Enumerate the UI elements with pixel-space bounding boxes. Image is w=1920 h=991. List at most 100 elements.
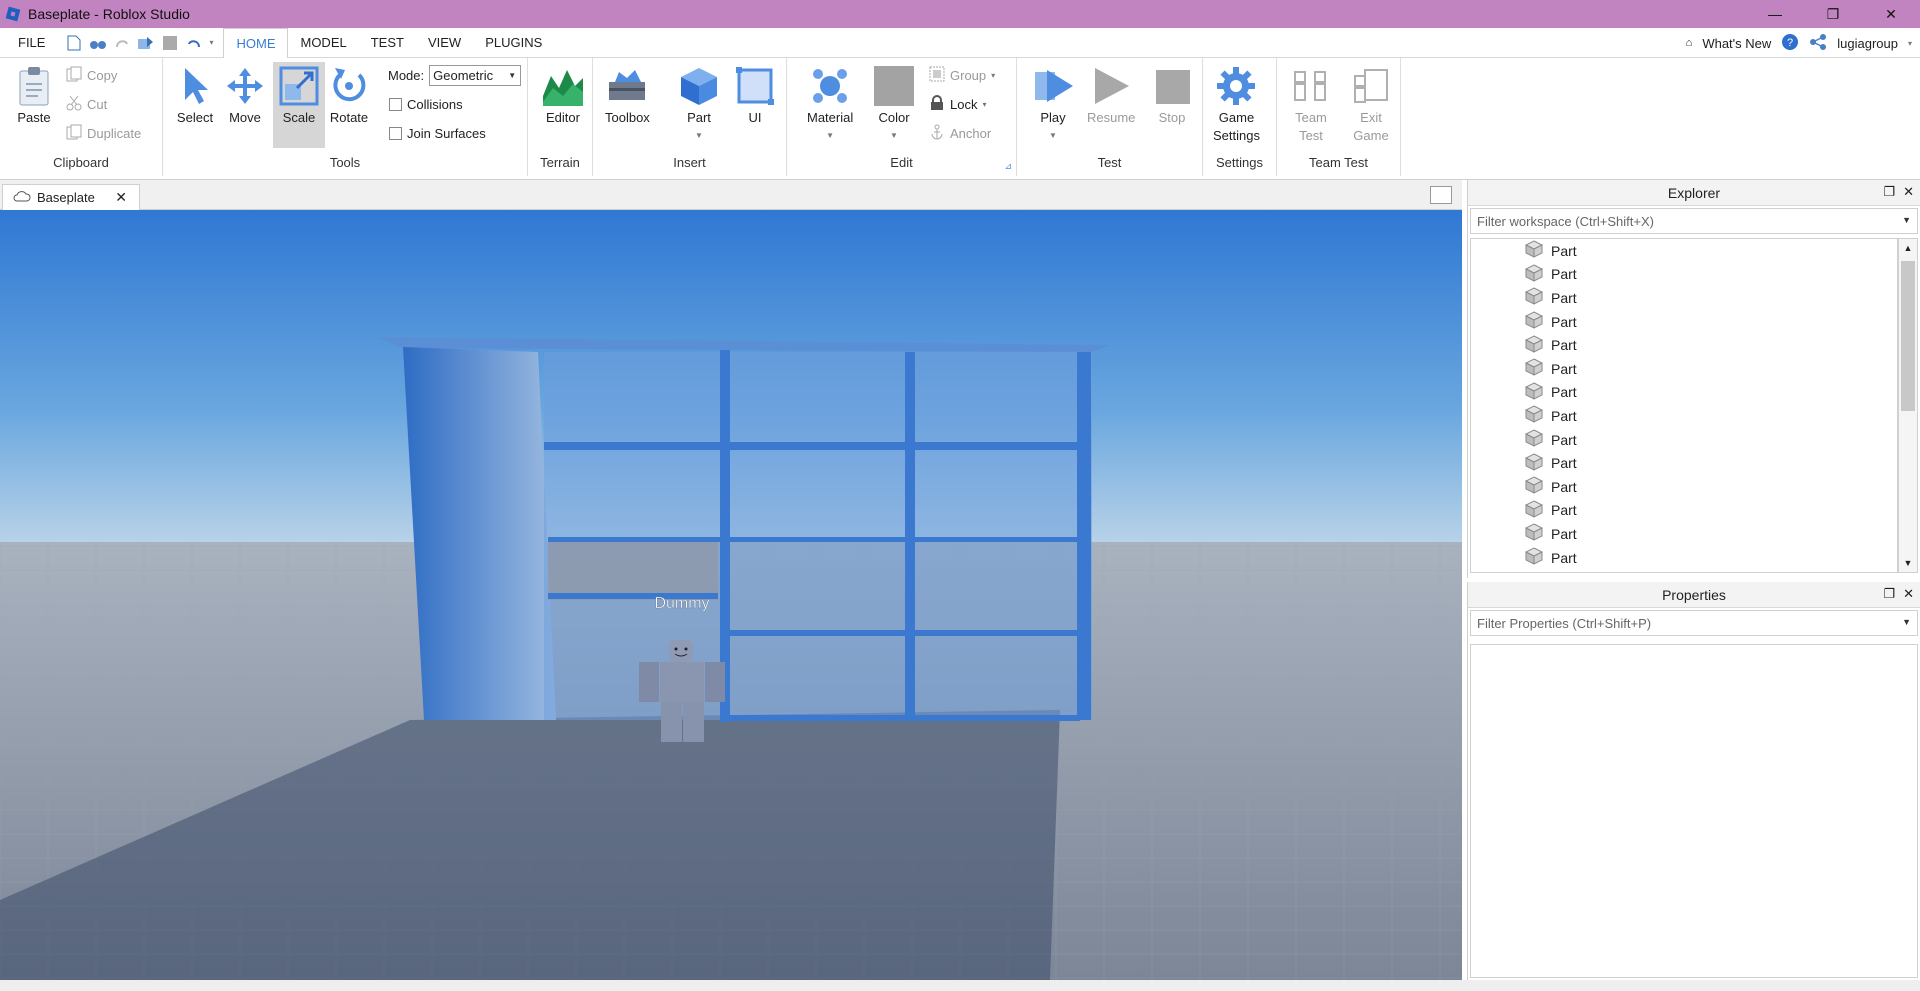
group-dropdown-icon[interactable]: ▾ <box>991 71 995 80</box>
publish-icon[interactable] <box>137 34 155 52</box>
properties-grid[interactable] <box>1470 644 1918 978</box>
close-button[interactable]: ✕ <box>1862 0 1920 28</box>
user-menu[interactable]: lugiagroup <box>1837 36 1898 51</box>
help-icon[interactable]: ? <box>1781 33 1799 54</box>
user-dropdown-icon[interactable]: ▾ <box>1908 39 1912 48</box>
filter-dropdown-icon[interactable]: ▼ <box>1902 617 1911 627</box>
duplicate-button[interactable]: Duplicate <box>66 122 141 144</box>
document-tab[interactable]: Baseplate ✕ <box>2 184 140 210</box>
redo-icon[interactable] <box>113 34 131 52</box>
collapse-ribbon-icon[interactable]: ⌂ <box>1686 37 1693 49</box>
scroll-down-icon[interactable]: ▼ <box>1899 554 1917 572</box>
glass-facade[interactable] <box>544 352 1092 720</box>
part-icon <box>1524 500 1544 521</box>
scroll-thumb[interactable] <box>1901 261 1915 411</box>
cut-button[interactable]: Cut <box>66 93 107 115</box>
part-icon <box>1524 335 1544 356</box>
lock-button[interactable]: Lock ▾ <box>929 93 986 115</box>
explorer-tree[interactable]: Part Part Part Part Part Part Part Part Part Part… <box>1470 238 1898 573</box>
join-surfaces-checkbox[interactable] <box>389 126 402 140</box>
material-label: Material <box>807 110 854 125</box>
tree-item[interactable]: Part <box>1471 546 1897 570</box>
tree-item[interactable]: Part <box>1471 475 1897 499</box>
file-menu[interactable]: FILE <box>0 28 65 58</box>
collisions-toggle[interactable]: Collisions <box>389 93 463 115</box>
tree-item[interactable]: Part <box>1471 239 1897 263</box>
tree-item[interactable]: Part <box>1471 310 1897 334</box>
close-panel-icon[interactable]: ✕ <box>1903 586 1914 602</box>
3d-viewport[interactable]: Dummy <box>0 210 1462 980</box>
collisions-label: Collisions <box>407 96 463 112</box>
material-dropdown-icon[interactable]: ▼ <box>826 127 834 145</box>
close-tab-icon[interactable]: ✕ <box>115 189 127 206</box>
part-dropdown-icon[interactable]: ▼ <box>695 127 703 145</box>
filter-dropdown-icon[interactable]: ▼ <box>1902 215 1911 225</box>
tab-model[interactable]: MODEL <box>288 28 358 58</box>
split-view-icon[interactable] <box>1430 186 1452 204</box>
join-surfaces-toggle[interactable]: Join Surfaces <box>389 122 486 144</box>
explorer-filter-input[interactable]: Filter workspace (Ctrl+Shift+X) ▼ <box>1470 208 1918 234</box>
group-button[interactable]: Group ▾ <box>929 64 995 86</box>
minimize-button[interactable]: — <box>1746 0 1804 28</box>
tree-item[interactable]: Part <box>1471 522 1897 546</box>
tree-item[interactable]: Part <box>1471 381 1897 405</box>
tree-item-label: Part <box>1551 478 1577 495</box>
quick-access-dropdown-icon[interactable]: ▾ <box>209 38 213 47</box>
scale-tool-button[interactable]: Scale <box>273 62 325 148</box>
select-tool-button[interactable]: Select <box>173 64 217 127</box>
tree-item[interactable]: Part <box>1471 499 1897 523</box>
resume-button[interactable]: Resume <box>1087 64 1135 127</box>
tree-item[interactable]: Part <box>1471 286 1897 310</box>
anchor-button[interactable]: Anchor <box>929 122 991 144</box>
whats-new-link[interactable]: What's New <box>1702 36 1771 51</box>
tree-item[interactable]: Part <box>1471 357 1897 381</box>
new-file-icon[interactable] <box>65 34 83 52</box>
part-button[interactable]: Part ▼ <box>677 64 721 145</box>
scroll-up-icon[interactable]: ▲ <box>1899 239 1917 257</box>
collisions-checkbox[interactable] <box>389 97 402 111</box>
toolbox-button[interactable]: Toolbox <box>605 64 650 127</box>
close-panel-icon[interactable]: ✕ <box>1903 184 1914 200</box>
tree-item[interactable]: Part <box>1471 404 1897 428</box>
exit-game-button[interactable]: Exit Game <box>1349 64 1393 145</box>
team-test-button[interactable]: Team Test <box>1289 64 1333 145</box>
stop-square-icon[interactable] <box>161 34 179 52</box>
tab-home[interactable]: HOME <box>223 27 289 59</box>
mode-dropdown[interactable]: Geometric ▼ <box>429 64 522 86</box>
tree-item[interactable]: Part <box>1471 333 1897 357</box>
binoculars-icon[interactable] <box>89 34 107 52</box>
properties-filter-input[interactable]: Filter Properties (Ctrl+Shift+P) ▼ <box>1470 610 1918 636</box>
move-tool-button[interactable]: Move <box>223 64 267 127</box>
paste-button[interactable]: Paste <box>12 64 56 127</box>
play-button[interactable]: Play ▼ <box>1031 64 1075 145</box>
ui-button[interactable]: UI <box>733 64 777 127</box>
game-settings-label-2: Settings <box>1213 128 1260 143</box>
team-icon <box>1289 64 1333 108</box>
scene[interactable]: Dummy <box>0 210 1462 980</box>
tab-test[interactable]: TEST <box>359 28 416 58</box>
undo-icon[interactable] <box>185 34 203 52</box>
tree-item[interactable]: Part <box>1471 263 1897 287</box>
color-button[interactable]: Color ▼ <box>872 64 916 145</box>
terrain-editor-button[interactable]: Editor <box>541 64 585 127</box>
restore-button[interactable]: ❐ <box>1804 0 1862 28</box>
play-dropdown-icon[interactable]: ▼ <box>1049 127 1057 145</box>
tree-item[interactable]: Part <box>1471 451 1897 475</box>
undock-icon[interactable]: ❐ <box>1883 184 1895 200</box>
tab-view[interactable]: VIEW <box>416 28 473 58</box>
tab-plugins[interactable]: PLUGINS <box>473 28 554 58</box>
lock-dropdown-icon[interactable]: ▾ <box>982 100 986 109</box>
team-test-label-2: Test <box>1299 128 1323 143</box>
rotate-tool-button[interactable]: Rotate <box>327 64 371 127</box>
explorer-scrollbar[interactable]: ▲ ▼ <box>1898 238 1918 573</box>
undock-icon[interactable]: ❐ <box>1883 586 1895 602</box>
left-wall[interactable] <box>403 347 556 720</box>
share-icon[interactable] <box>1809 33 1827 54</box>
part-icon <box>1524 429 1544 450</box>
tree-item[interactable]: Part <box>1471 428 1897 452</box>
game-settings-button[interactable]: Game Settings <box>1213 64 1260 145</box>
stop-button[interactable]: Stop <box>1150 64 1194 127</box>
copy-button[interactable]: Copy <box>66 64 117 86</box>
color-dropdown-icon[interactable]: ▼ <box>890 127 898 145</box>
material-button[interactable]: Material ▼ <box>807 64 853 145</box>
